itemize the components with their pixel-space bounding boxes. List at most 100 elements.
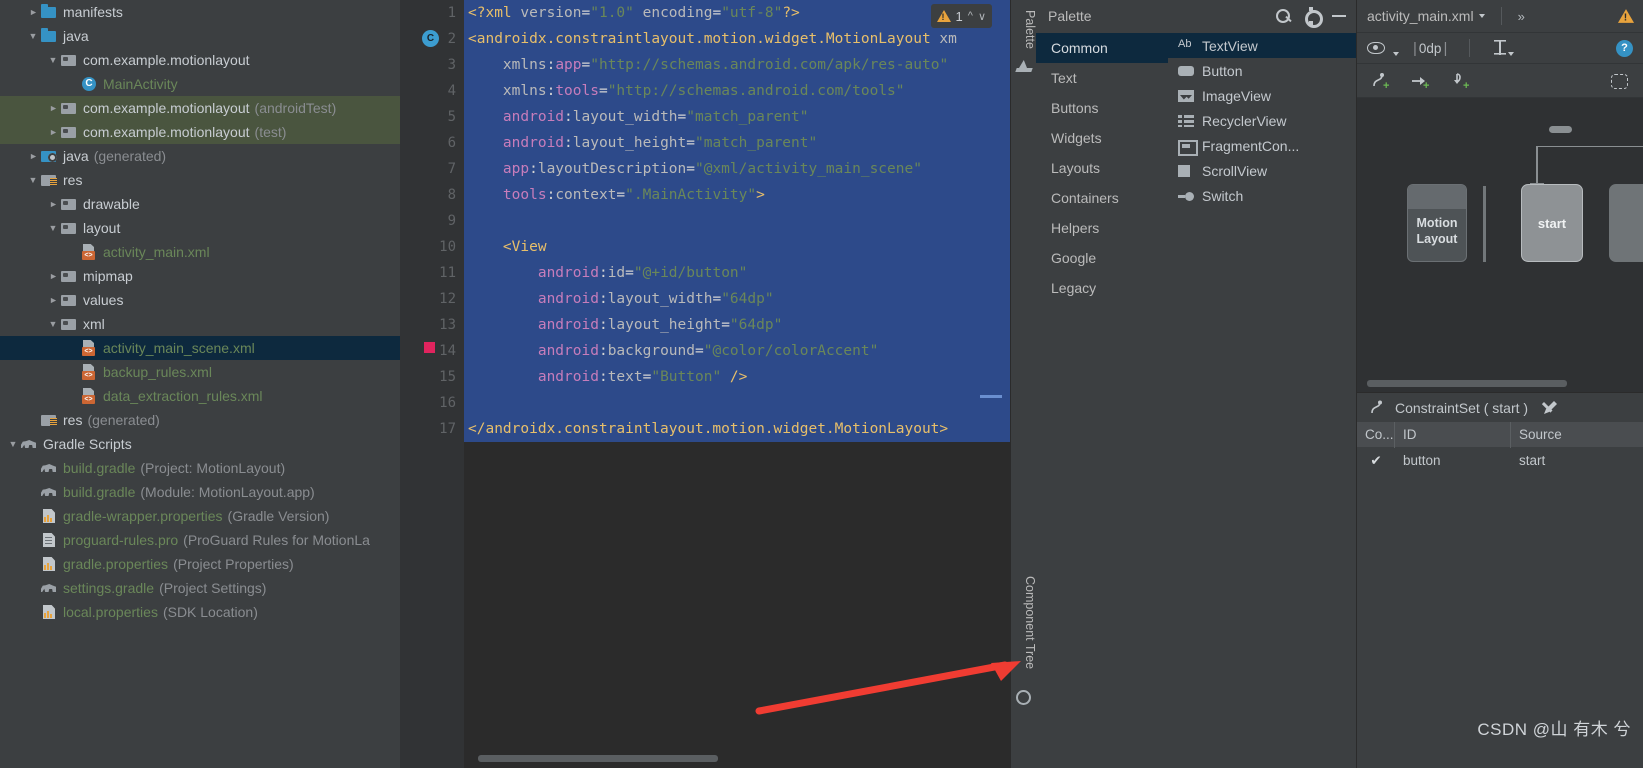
tree-item[interactable]: ▼res(generated) bbox=[0, 408, 400, 432]
tree-item[interactable]: ▼MainActivity bbox=[0, 72, 400, 96]
code-line[interactable]: app:layoutDescription="@xml/activity_mai… bbox=[464, 156, 1010, 182]
line-number[interactable]: 8 bbox=[400, 182, 464, 208]
tree-item[interactable]: ▼local.properties(SDK Location) bbox=[0, 600, 400, 624]
chevron-right-icon[interactable]: ▼ bbox=[46, 96, 60, 120]
line-number[interactable]: 15 bbox=[400, 364, 474, 390]
chevron-down-icon[interactable]: ▼ bbox=[46, 312, 60, 336]
tree-item[interactable]: ▼ com.example.motionlayout (androidTest) bbox=[0, 96, 400, 120]
next-problem-icon[interactable]: ∨ bbox=[978, 10, 986, 23]
code-line[interactable]: android:background="@color/colorAccent" bbox=[464, 338, 1010, 364]
tree-item[interactable]: ▼ xml bbox=[0, 312, 400, 336]
tree-item[interactable]: ▼ mipmap bbox=[0, 264, 400, 288]
chevron-right-icon[interactable]: ▼ bbox=[46, 264, 60, 288]
palette-vertical-tab[interactable]: Palette bbox=[1011, 4, 1037, 49]
palette-category-text[interactable]: Text bbox=[1036, 63, 1168, 93]
palette-item-textview[interactable]: TextView bbox=[1168, 33, 1356, 58]
right-tool-strip[interactable]: Palette Component Tree bbox=[1010, 0, 1037, 768]
gear-icon[interactable] bbox=[1302, 7, 1323, 28]
transition-handle[interactable] bbox=[1549, 126, 1572, 133]
editor-code-area[interactable]: <?xml version="1.0" encoding="utf-8"?> <a… bbox=[464, 0, 1010, 768]
edit-pencil-icon[interactable] bbox=[1542, 400, 1558, 416]
canvas-horizontal-scrollbar[interactable] bbox=[1367, 380, 1567, 387]
line-number[interactable]: 17 bbox=[400, 416, 474, 442]
palette-panel[interactable]: Palette Common Text Buttons Widgets Layouts C… bbox=[1036, 0, 1356, 768]
palette-item-list[interactable]: TextView Button ImageView RecyclerView Fragm… bbox=[1168, 32, 1356, 768]
tree-item[interactable]: ▼ res bbox=[0, 168, 400, 192]
default-margin-control[interactable]: | 0dp | bbox=[1413, 40, 1447, 57]
motion-scene-canvas[interactable]: Motion Layout start bbox=[1357, 98, 1643, 392]
inspection-warning-chip[interactable]: 1 ^ ∨ bbox=[930, 4, 992, 28]
code-line[interactable]: <?xml version="1.0" encoding="utf-8"?> bbox=[464, 0, 1010, 26]
line-number[interactable]: 3 bbox=[400, 52, 464, 78]
palette-category-helpers[interactable]: Helpers bbox=[1036, 213, 1168, 243]
code-line[interactable] bbox=[464, 208, 1010, 234]
chevron-right-icon[interactable]: ▼ bbox=[26, 0, 40, 24]
design-toolbar[interactable]: | 0dp | ? bbox=[1357, 32, 1643, 64]
project-tool-window[interactable]: ▼ manifests ▼ java ▼ com.example.motionlayout… bbox=[0, 0, 400, 768]
column-header-source[interactable]: Source bbox=[1511, 422, 1643, 448]
palette-item-scrollview[interactable]: ScrollView bbox=[1168, 158, 1356, 183]
tree-item[interactable]: ▼ Gradle Scripts bbox=[0, 432, 400, 456]
tree-item[interactable]: ▼gradle-wrapper.properties(Gradle Versio… bbox=[0, 504, 400, 528]
motion-layout-node[interactable]: Motion Layout bbox=[1407, 184, 1467, 262]
tree-item[interactable]: ▼ java bbox=[0, 24, 400, 48]
line-number[interactable]: 16 bbox=[400, 390, 464, 416]
palette-category-list[interactable]: Common Text Buttons Widgets Layouts Container… bbox=[1036, 32, 1168, 768]
code-line[interactable]: <androidx.constraintlayout.motion.widget… bbox=[464, 26, 1010, 52]
tree-item[interactable]: ▼ drawable bbox=[0, 192, 400, 216]
line-number[interactable]: 5 bbox=[400, 104, 464, 130]
tree-item[interactable]: ▼settings.gradle(Project Settings) bbox=[0, 576, 400, 600]
palette-item-fragmentcon[interactable]: FragmentCon... bbox=[1168, 133, 1356, 158]
line-number[interactable]: 2− bbox=[400, 26, 474, 52]
help-icon[interactable]: ? bbox=[1616, 39, 1633, 57]
palette-category-common[interactable]: Common bbox=[1036, 33, 1168, 63]
chevron-right-icon[interactable]: ▼ bbox=[46, 120, 60, 144]
line-number[interactable]: 10− bbox=[400, 234, 474, 260]
palette-category-containers[interactable]: Containers bbox=[1036, 183, 1168, 213]
chevron-down-icon[interactable]: ▼ bbox=[46, 216, 60, 240]
code-line[interactable]: </androidx.constraintlayout.motion.widge… bbox=[464, 416, 1010, 442]
tree-item[interactable]: ▼ java (generated) bbox=[0, 144, 400, 168]
palette-item-button[interactable]: Button bbox=[1168, 58, 1356, 83]
editor-horizontal-scrollbar[interactable] bbox=[478, 755, 718, 762]
cycle-layout-icon[interactable] bbox=[1609, 72, 1629, 90]
chevron-down-icon[interactable] bbox=[1393, 52, 1399, 56]
line-number[interactable]: 6 bbox=[400, 130, 464, 156]
visibility-eye-icon[interactable] bbox=[1367, 40, 1389, 56]
minimize-icon[interactable] bbox=[1330, 7, 1348, 25]
chevron-down-icon[interactable] bbox=[1478, 14, 1485, 18]
line-number[interactable]: 14 bbox=[400, 338, 464, 364]
tree-item[interactable]: ▼data_extraction_rules.xml bbox=[0, 384, 400, 408]
code-editor[interactable]: 12−345678910−11121314151617 <?xml versio… bbox=[400, 0, 1010, 768]
tree-item[interactable]: ▼build.gradle(Project: MotionLayout) bbox=[0, 456, 400, 480]
line-number[interactable]: 1 bbox=[400, 0, 464, 26]
code-line[interactable] bbox=[464, 390, 1010, 416]
tree-item[interactable]: ▼proguard-rules.pro(ProGuard Rules for M… bbox=[0, 528, 400, 552]
constraintset-start-node[interactable]: start bbox=[1521, 184, 1583, 262]
vertical-align-icon[interactable] bbox=[1492, 40, 1508, 56]
chevron-right-icon[interactable]: ▼ bbox=[46, 288, 60, 312]
editor-gutter[interactable]: 1 2− 3 4 5 6 7 8 9 10− 11 12 13 14 15 16 17 bbox=[400, 0, 474, 768]
chevron-down-icon[interactable]: ▼ bbox=[6, 432, 20, 456]
code-line[interactable]: android:text="Button" /> bbox=[464, 364, 1010, 390]
code-line[interactable]: android:layout_height="64dp" bbox=[464, 312, 1010, 338]
create-onclick-icon[interactable]: + bbox=[1451, 72, 1471, 91]
tree-item[interactable]: ▼backup_rules.xml bbox=[0, 360, 400, 384]
chevron-down-icon[interactable]: ▼ bbox=[26, 168, 40, 192]
column-header-id[interactable]: ID bbox=[1395, 421, 1511, 448]
code-line[interactable]: android:layout_width="match_parent" bbox=[464, 104, 1010, 130]
code-line[interactable]: <View bbox=[464, 234, 1010, 260]
code-line[interactable]: tools:context=".MainActivity"> bbox=[464, 182, 1010, 208]
tree-item[interactable]: ▼ values bbox=[0, 288, 400, 312]
code-line[interactable]: xmlns:app="http://schemas.android.com/ap… bbox=[464, 52, 1010, 78]
tree-item[interactable]: ▼gradle.properties(Project Properties) bbox=[0, 552, 400, 576]
chevron-down-icon[interactable] bbox=[1508, 52, 1515, 56]
project-tree[interactable]: ▼ manifests ▼ java ▼ com.example.motionlayout… bbox=[0, 0, 400, 624]
palette-item-switch[interactable]: Switch bbox=[1168, 183, 1356, 208]
column-header-constrained[interactable]: Co... bbox=[1357, 421, 1395, 448]
line-number[interactable]: 4 bbox=[400, 78, 464, 104]
tree-item[interactable]: ▼ com.example.motionlayout bbox=[0, 48, 400, 72]
chevron-right-icon[interactable]: ▼ bbox=[26, 144, 40, 168]
design-file-tab[interactable]: activity_main.xml bbox=[1367, 8, 1485, 24]
breakpoint-icon[interactable] bbox=[424, 342, 435, 353]
